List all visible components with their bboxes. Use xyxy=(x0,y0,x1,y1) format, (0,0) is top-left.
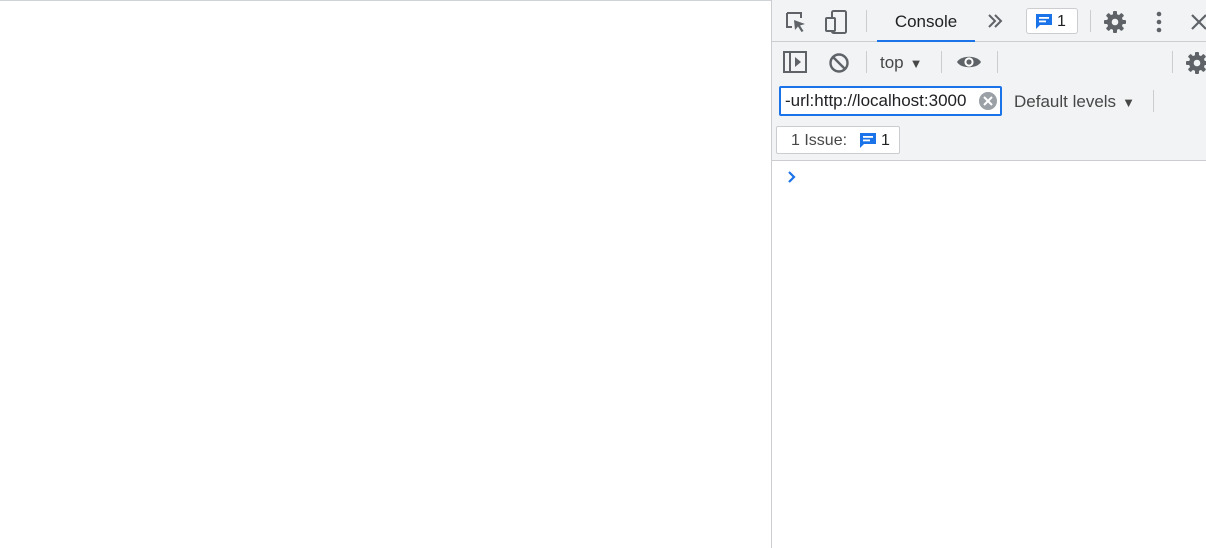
devtools-panel: Console 1 top ▼ -url:http://localhost:30… xyxy=(771,0,1206,548)
page-viewport[interactable] xyxy=(0,1,771,548)
filter-input-container[interactable] xyxy=(779,86,1002,116)
more-tabs-icon[interactable] xyxy=(986,12,1004,30)
tabbar-separator xyxy=(1090,10,1091,32)
dropdown-caret-icon: ▼ xyxy=(1122,95,1135,110)
toolbar-separator xyxy=(866,51,867,73)
issues-button-label: 1 Issue: xyxy=(791,132,848,149)
toolbar-separator xyxy=(1172,51,1173,73)
console-output[interactable] xyxy=(772,161,1206,548)
settings-gear-icon[interactable] xyxy=(1103,10,1127,34)
console-toolbar: top ▼ xyxy=(772,42,1206,82)
issues-bar: 1 Issue: 1 xyxy=(772,120,1206,161)
clear-filter-icon[interactable] xyxy=(978,91,998,111)
filter-input[interactable] xyxy=(785,88,979,114)
issues-button-count: 1 xyxy=(881,132,890,149)
kebab-menu-icon[interactable] xyxy=(1153,10,1165,34)
js-context-select[interactable]: top ▼ xyxy=(880,42,923,82)
tab-console[interactable]: Console xyxy=(877,0,975,42)
inspect-element-icon[interactable] xyxy=(784,10,808,34)
clear-console-icon[interactable] xyxy=(828,52,850,74)
browser-window: Console 1 top ▼ -url:http://localhost:30… xyxy=(0,0,1206,548)
console-settings-gear-icon[interactable] xyxy=(1185,51,1206,75)
tab-console-label: Console xyxy=(894,12,958,31)
dropdown-caret-icon: ▼ xyxy=(909,56,923,71)
toolbar-separator xyxy=(997,51,998,73)
console-prompt-chevron-icon xyxy=(788,171,796,183)
js-context-value: top xyxy=(880,53,904,72)
devtools-tabbar: Console 1 xyxy=(772,0,1206,42)
log-levels-label: Default levels xyxy=(1014,92,1117,111)
issues-counter-value: 1 xyxy=(1057,13,1066,30)
issue-message-icon xyxy=(860,133,876,148)
issue-message-icon xyxy=(1036,14,1052,29)
log-levels-dropdown[interactable]: Default levels ▼ xyxy=(1014,82,1135,120)
tabbar-separator xyxy=(866,10,867,32)
toolbar-separator xyxy=(941,51,942,73)
live-expression-eye-icon[interactable] xyxy=(956,54,982,70)
filterbar-separator xyxy=(1153,90,1154,112)
open-issues-button[interactable]: 1 Issue: 1 xyxy=(776,126,900,154)
device-toolbar-icon[interactable] xyxy=(824,9,850,35)
issues-counter-button[interactable]: 1 xyxy=(1026,8,1078,34)
sidebar-toggle-icon[interactable] xyxy=(783,51,807,73)
console-filter-bar: Default levels ▼ xyxy=(772,82,1206,120)
close-icon[interactable] xyxy=(1189,12,1206,32)
